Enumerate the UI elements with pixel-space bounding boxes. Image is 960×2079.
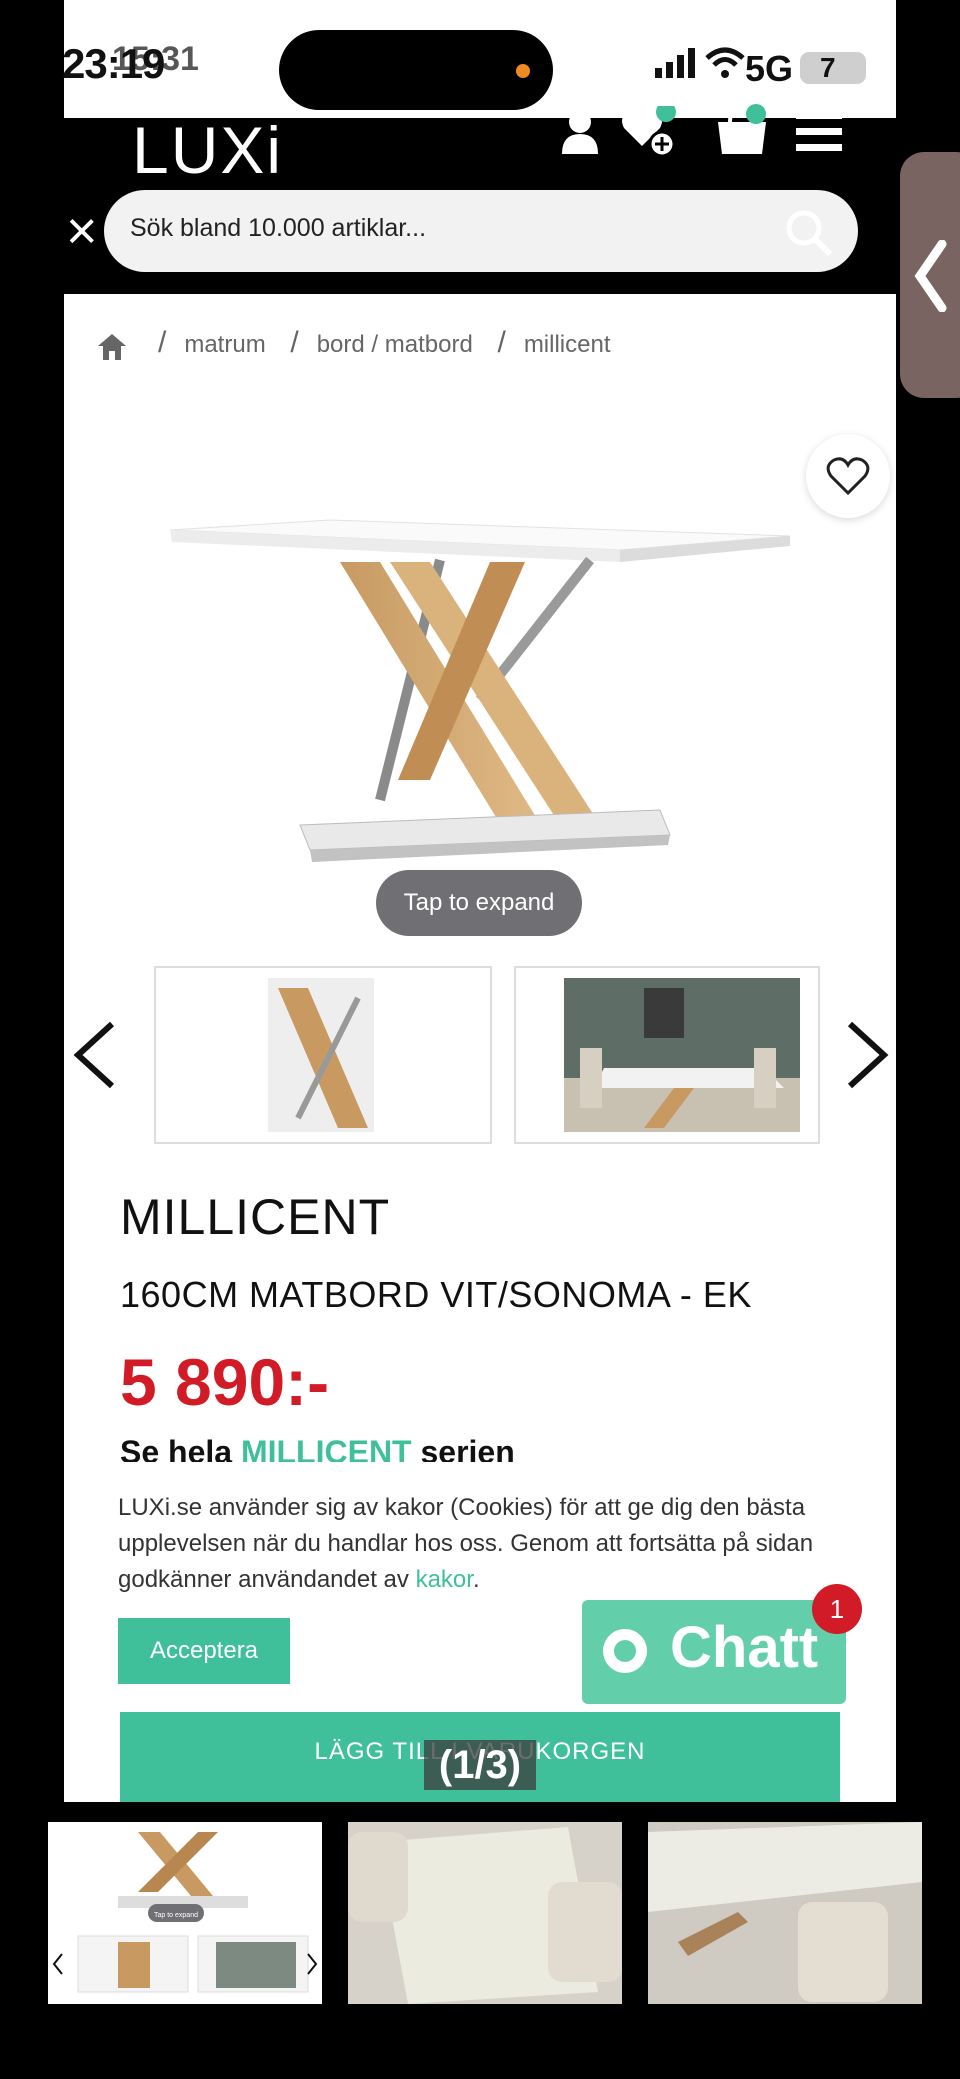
breadcrumb-item[interactable]: bord / matbord [317, 331, 473, 358]
chat-badge: 1 [812, 1584, 862, 1634]
product-title: MILLICENT [120, 1189, 391, 1245]
heart-icon[interactable] [826, 456, 870, 496]
gallery-photo-image [648, 1822, 922, 2004]
gallery-counter: (1/3) [424, 1740, 536, 1790]
carousel-next-icon[interactable] [842, 1020, 892, 1090]
wifi-icon [705, 47, 745, 78]
gallery-photo[interactable] [348, 1822, 622, 2004]
carousel-prev-icon[interactable] [70, 1020, 120, 1090]
site-logo[interactable]: LUXi [132, 112, 283, 188]
series-prefix: Se hela [120, 1434, 241, 1462]
cookie-link[interactable]: kakor [416, 1566, 473, 1593]
thumbnail-image [268, 978, 374, 1132]
breadcrumb: / matrum / bord / matbord / millicent [158, 326, 611, 359]
cookie-end: . [472, 1566, 480, 1593]
series-link-row: Se hela MILLICENT serien [120, 1434, 515, 1462]
search-placeholder: Sök bland 10.000 artiklar... [130, 214, 427, 242]
breadcrumb-item[interactable]: matrum [184, 331, 265, 358]
product-subtitle: 160CM MATBORD VIT/SONOMA - EK [120, 1274, 752, 1315]
home-icon[interactable] [96, 332, 128, 360]
search-icon[interactable] [784, 208, 834, 258]
product-price: 5 890:- [120, 1345, 330, 1419]
cart-icon[interactable] [714, 104, 774, 156]
close-search-icon[interactable]: × [66, 200, 98, 262]
chat-label[interactable]: Chatt [670, 1614, 818, 1681]
battery-level: 7 [820, 52, 836, 83]
signal-icon [655, 48, 695, 78]
accept-cookies-button[interactable]: Acceptera [118, 1618, 290, 1684]
gallery-photo-image [348, 1822, 622, 2004]
wishlist-add-icon[interactable] [620, 106, 680, 158]
thumbnail[interactable] [514, 966, 820, 1144]
account-icon[interactable] [560, 110, 600, 154]
thumbnail[interactable] [154, 966, 492, 1144]
product-image[interactable] [150, 480, 790, 900]
series-suffix: serien [411, 1434, 515, 1462]
breadcrumb-item[interactable]: millicent [524, 331, 611, 358]
series-link[interactable]: MILLICENT [241, 1434, 412, 1462]
gallery-thumb-image: Tap to expand [52, 1832, 318, 1993]
menu-icon[interactable] [796, 112, 842, 152]
chevron-left-icon[interactable] [914, 240, 948, 312]
status-time-overlay: 15:31 [112, 40, 199, 78]
network-type: 5G [745, 48, 794, 89]
thumbnail-image [564, 978, 800, 1132]
dynamic-island [279, 30, 553, 110]
gallery-thumb-caption: Tap to expand [154, 1912, 198, 1919]
gallery-photo[interactable] [648, 1822, 922, 2004]
cookie-notice: LUXi.se använder sig av kakor (Cookies) … [118, 1490, 838, 1598]
chat-bubble-icon [603, 1629, 647, 1673]
tap-to-expand-label[interactable]: Tap to expand [376, 870, 582, 936]
gallery-thumb[interactable]: Tap to expand [48, 1822, 322, 2004]
recording-indicator [516, 64, 530, 78]
